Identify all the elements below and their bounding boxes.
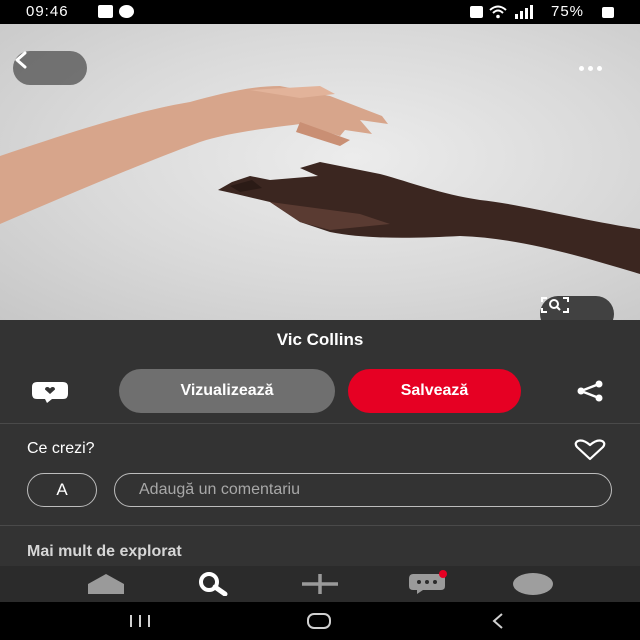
- pin-author[interactable]: Vic Collins: [0, 330, 640, 350]
- system-back-button[interactable]: [478, 611, 518, 631]
- create-icon: [302, 574, 338, 594]
- comment-section-title: Ce crezi?: [27, 440, 95, 457]
- pin-actions: Vizualizează Salvează: [0, 368, 640, 416]
- back-button[interactable]: [13, 51, 87, 85]
- system-navigation: [0, 602, 640, 640]
- nav-profile[interactable]: [511, 570, 555, 598]
- status-right-icons: [470, 5, 535, 19]
- battery-level: 75%: [551, 3, 585, 20]
- comment-input[interactable]: [114, 473, 612, 507]
- profile-avatar: [513, 573, 553, 595]
- heart-icon[interactable]: [572, 439, 608, 466]
- user-avatar[interactable]: A: [27, 473, 97, 507]
- comment-icon[interactable]: [30, 380, 70, 409]
- nav-create[interactable]: [298, 570, 342, 598]
- save-button[interactable]: Salvează: [348, 369, 521, 413]
- home-icon: [88, 574, 124, 594]
- nav-search[interactable]: [191, 570, 235, 598]
- visual-search-icon: [541, 297, 569, 313]
- search-icon: [199, 572, 228, 596]
- divider: [0, 423, 640, 424]
- back-icon: [492, 613, 503, 629]
- gallery-icon: [98, 5, 113, 18]
- battery-icon: [602, 7, 614, 18]
- recent-apps-icon: [130, 615, 150, 627]
- visual-search-button[interactable]: [540, 296, 614, 320]
- hands-reaching-photo: [0, 86, 640, 274]
- chevron-left-icon: [15, 51, 27, 69]
- more-icon-dot: [587, 65, 593, 71]
- status-bar: 09:46 75%: [0, 0, 640, 24]
- view-button[interactable]: Vizualizează: [119, 369, 335, 413]
- home-button-icon: [307, 613, 331, 629]
- system-home-button[interactable]: [299, 611, 339, 631]
- more-icon-dot: [578, 65, 584, 71]
- more-options-button[interactable]: [566, 58, 614, 78]
- notification-dot: [439, 570, 447, 578]
- status-left-icons: [98, 5, 134, 18]
- more-icon-dot: [596, 65, 602, 71]
- nav-home[interactable]: [84, 570, 128, 598]
- recent-apps-button[interactable]: [120, 611, 160, 631]
- pin-image[interactable]: [0, 24, 640, 320]
- status-time: 09:46: [26, 3, 69, 20]
- divider: [0, 525, 640, 526]
- camera-icon: [470, 6, 483, 18]
- more-to-explore-title: Mai mult de explorat: [27, 543, 182, 560]
- bottom-navigation: [0, 566, 640, 602]
- signal-icon: [515, 5, 533, 19]
- wifi-icon: [489, 5, 507, 19]
- share-icon[interactable]: [574, 380, 606, 407]
- whatsapp-icon: [119, 5, 134, 18]
